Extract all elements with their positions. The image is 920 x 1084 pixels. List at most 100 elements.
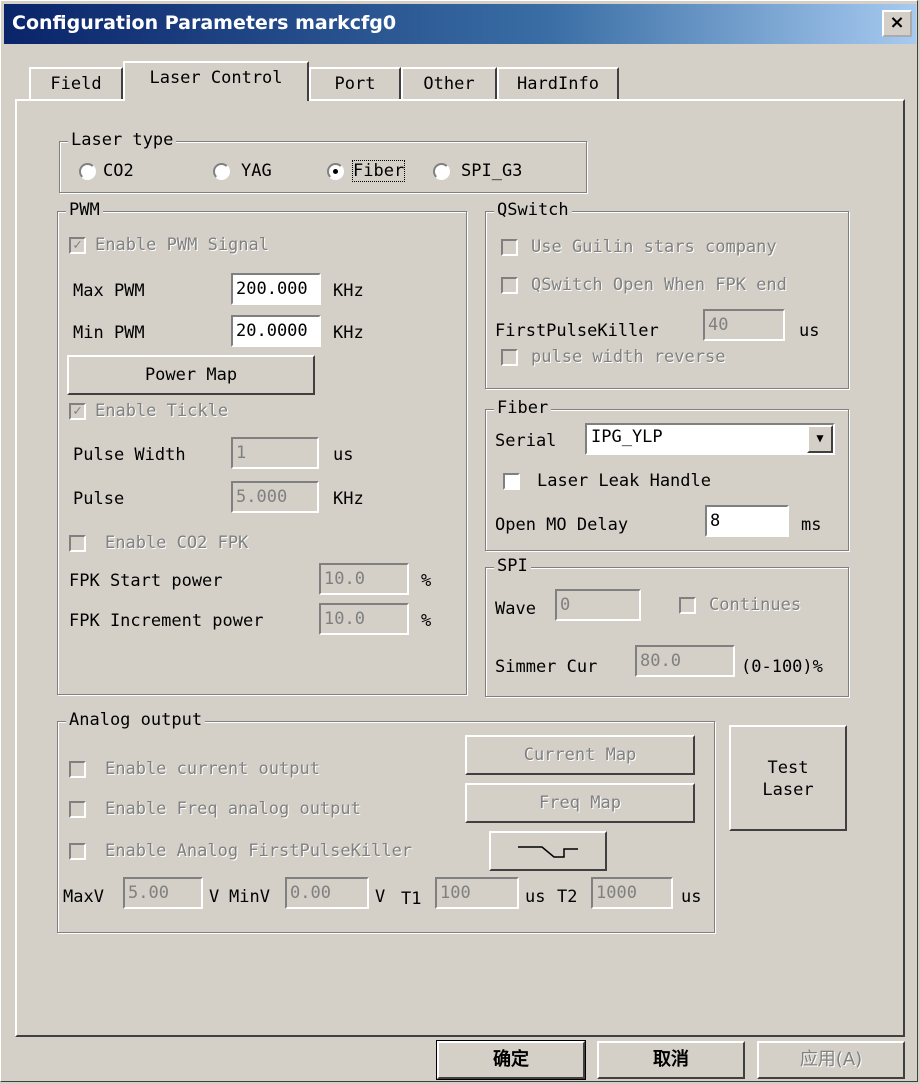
wave-label: Wave bbox=[495, 599, 536, 619]
maxv-label: MaxV bbox=[63, 887, 104, 907]
t1-unit: us bbox=[525, 887, 546, 907]
pulse-width-input[interactable]: 1 bbox=[231, 437, 319, 469]
pulse-input[interactable]: 5.000 bbox=[231, 481, 319, 513]
enable-current-checkbox[interactable] bbox=[69, 761, 86, 778]
fpk-unit: us bbox=[799, 321, 820, 341]
wave-input[interactable]: 0 bbox=[555, 589, 641, 621]
simmer-range: (0-100)% bbox=[741, 657, 823, 677]
pwm-title: PWM bbox=[66, 200, 103, 220]
pulse-width-label: Pulse Width bbox=[73, 445, 186, 465]
enable-co2-fpk-checkbox[interactable] bbox=[69, 535, 86, 552]
apply-button[interactable]: 应用(A) bbox=[757, 1041, 905, 1079]
current-map-button[interactable]: Current Map bbox=[465, 735, 695, 775]
enable-tickle-label: Enable Tickle bbox=[95, 401, 229, 421]
radio-spi-g3-label: SPI_G3 bbox=[461, 161, 523, 181]
enable-pwm-checkbox[interactable]: ✓ bbox=[69, 237, 86, 254]
t1-label: T1 bbox=[401, 889, 422, 909]
laser-leak-checkbox[interactable] bbox=[503, 473, 520, 490]
enable-co2-fpk-label: Enable CO2 FPK bbox=[105, 533, 249, 553]
chevron-down-icon[interactable]: ▼ bbox=[807, 425, 833, 453]
tab-port[interactable]: Port bbox=[309, 67, 401, 101]
spi-group: SPI bbox=[485, 556, 849, 697]
min-pwm-unit: KHz bbox=[333, 323, 364, 343]
title-bar[interactable]: Configuration Parameters markcfg0 × bbox=[4, 4, 916, 44]
tab-laser-control[interactable]: Laser Control bbox=[123, 61, 309, 101]
enable-analog-fpk-checkbox[interactable] bbox=[69, 843, 86, 860]
min-pwm-label: Min PWM bbox=[73, 323, 145, 343]
pulse-width-unit: us bbox=[333, 445, 354, 465]
tab-hardinfo[interactable]: HardInfo bbox=[497, 67, 619, 101]
pulse-unit: KHz bbox=[333, 489, 364, 509]
tab-other[interactable]: Other bbox=[401, 67, 497, 101]
minv-unit: V bbox=[375, 887, 386, 907]
config-dialog: Configuration Parameters markcfg0 × Fiel… bbox=[0, 0, 918, 1082]
t2-unit: us bbox=[681, 887, 702, 907]
simmer-input[interactable]: 80.0 bbox=[635, 645, 735, 677]
t1-input[interactable]: 100 bbox=[435, 877, 519, 909]
maxv-input[interactable]: 5.00 bbox=[123, 877, 203, 909]
enable-freq-checkbox[interactable] bbox=[69, 801, 86, 818]
ok-button[interactable]: 确定 bbox=[436, 1040, 586, 1080]
qswitch-open-label: QSwitch Open When FPK end bbox=[531, 275, 787, 295]
t2-label: T2 bbox=[557, 887, 578, 907]
t2-input[interactable]: 1000 bbox=[591, 877, 673, 909]
guilin-checkbox[interactable] bbox=[501, 239, 518, 256]
qswitch-open-checkbox[interactable] bbox=[501, 277, 518, 294]
cancel-button[interactable]: 取消 bbox=[597, 1041, 745, 1079]
max-pwm-input[interactable]: 200.000 bbox=[231, 273, 321, 305]
maxv-unit: V bbox=[209, 887, 220, 907]
window-title: Configuration Parameters markcfg0 bbox=[12, 12, 397, 34]
continues-checkbox[interactable] bbox=[679, 597, 696, 614]
simmer-label: Simmer Cur bbox=[495, 657, 598, 677]
test-laser-line2: Laser bbox=[762, 780, 814, 800]
radio-fiber[interactable] bbox=[327, 163, 344, 180]
mo-delay-unit: ms bbox=[801, 515, 822, 535]
radio-yag-label: YAG bbox=[241, 161, 272, 181]
serial-value: IPG_YLP bbox=[591, 427, 663, 447]
minv-input[interactable]: 0.00 bbox=[285, 877, 369, 909]
enable-current-label: Enable current output bbox=[105, 759, 320, 779]
min-pwm-input[interactable]: 20.0000 bbox=[231, 315, 321, 347]
pulse-shape-button[interactable] bbox=[489, 831, 607, 871]
fpk-label: FirstPulseKiller bbox=[495, 321, 659, 341]
guilin-label: Use Guilin stars company bbox=[531, 237, 777, 257]
laser-type-title: Laser type bbox=[68, 130, 177, 150]
tab-field[interactable]: Field bbox=[29, 67, 123, 101]
pulse-reverse-label: pulse width reverse bbox=[531, 347, 726, 367]
fpk-start-unit: % bbox=[421, 571, 432, 591]
enable-freq-label: Enable Freq analog output bbox=[105, 799, 361, 819]
enable-tickle-checkbox[interactable]: ✓ bbox=[69, 403, 86, 420]
fpk-inc-input[interactable]: 10.0 bbox=[319, 603, 409, 635]
serial-select[interactable]: IPG_YLP ▼ bbox=[585, 423, 835, 455]
fpk-input[interactable]: 40 bbox=[703, 309, 785, 341]
radio-co2-label: CO2 bbox=[103, 161, 134, 181]
qswitch-title: QSwitch bbox=[494, 200, 572, 220]
pulse-label: Pulse bbox=[73, 489, 125, 509]
power-map-button[interactable]: Power Map bbox=[67, 355, 315, 395]
fpk-inc-label: FPK Increment power bbox=[69, 611, 264, 631]
minv-label: MinV bbox=[229, 887, 270, 907]
test-laser-button[interactable]: Test Laser bbox=[729, 725, 847, 831]
mo-delay-input[interactable]: 8 bbox=[705, 505, 789, 537]
enable-pwm-label: Enable PWM Signal bbox=[95, 235, 269, 255]
laser-leak-label: Laser Leak Handle bbox=[537, 471, 711, 491]
radio-co2[interactable] bbox=[79, 163, 96, 180]
fpk-start-label: FPK Start power bbox=[69, 571, 223, 591]
continues-label: Continues bbox=[709, 595, 802, 615]
max-pwm-label: Max PWM bbox=[73, 281, 145, 301]
spi-title: SPI bbox=[494, 556, 531, 576]
freq-map-button[interactable]: Freq Map bbox=[465, 783, 695, 823]
pulse-shape-icon bbox=[518, 846, 578, 858]
fpk-inc-unit: % bbox=[421, 611, 432, 631]
pulse-reverse-checkbox[interactable] bbox=[501, 349, 518, 366]
radio-yag[interactable] bbox=[213, 163, 230, 180]
test-laser-line1: Test bbox=[767, 758, 809, 778]
serial-label: Serial bbox=[495, 431, 557, 451]
radio-spi-g3[interactable] bbox=[433, 163, 450, 180]
radio-fiber-label: Fiber bbox=[351, 160, 406, 182]
analog-title: Analog output bbox=[66, 710, 206, 730]
mo-delay-label: Open MO Delay bbox=[495, 515, 629, 535]
fiber-title: Fiber bbox=[494, 398, 552, 418]
close-button[interactable]: × bbox=[882, 10, 912, 37]
fpk-start-input[interactable]: 10.0 bbox=[319, 563, 409, 595]
